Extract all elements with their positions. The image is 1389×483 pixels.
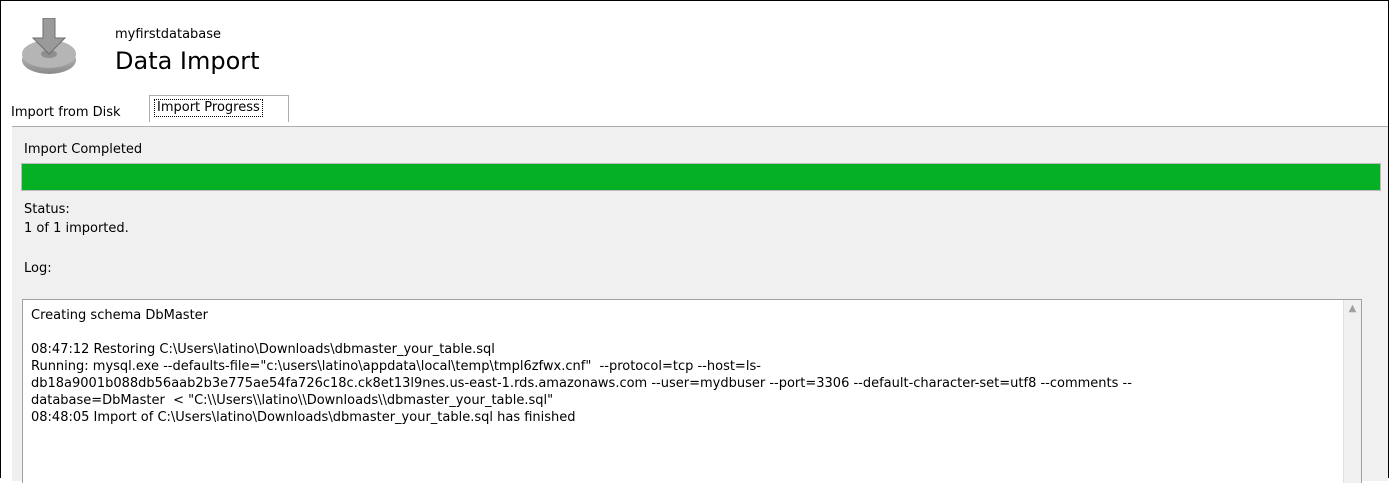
header: myfirstdatabase Data Import xyxy=(2,2,1388,92)
tab-import-progress-label: Import Progress xyxy=(154,99,263,117)
page-title: Data Import xyxy=(115,47,260,75)
log-textbox[interactable]: Creating schema DbMaster 08:47:12 Restor… xyxy=(22,299,1362,483)
progress-heading: Import Completed xyxy=(24,142,143,157)
scroll-up-icon[interactable]: ▲ xyxy=(1344,300,1361,317)
log-label: Log: xyxy=(24,261,52,276)
log-text: Creating schema DbMaster 08:47:12 Restor… xyxy=(31,308,1132,425)
status-value: 1 of 1 imported. xyxy=(24,221,129,236)
progress-bar xyxy=(21,163,1381,191)
log-scrollbar[interactable]: ▲ xyxy=(1343,300,1361,483)
import-progress-panel: Import Completed Status: 1 of 1 imported… xyxy=(12,126,1388,483)
data-import-window: myfirstdatabase Data Import Import from … xyxy=(0,0,1389,483)
tab-bar: Import from Disk Import Progress xyxy=(2,92,1388,126)
tab-import-from-disk[interactable]: Import from Disk xyxy=(11,105,121,121)
database-import-icon xyxy=(22,18,76,74)
progress-bar-fill xyxy=(22,164,1380,190)
tab-import-progress[interactable]: Import Progress xyxy=(149,95,289,122)
database-name: myfirstdatabase xyxy=(115,27,222,42)
status-label: Status: xyxy=(24,202,70,217)
